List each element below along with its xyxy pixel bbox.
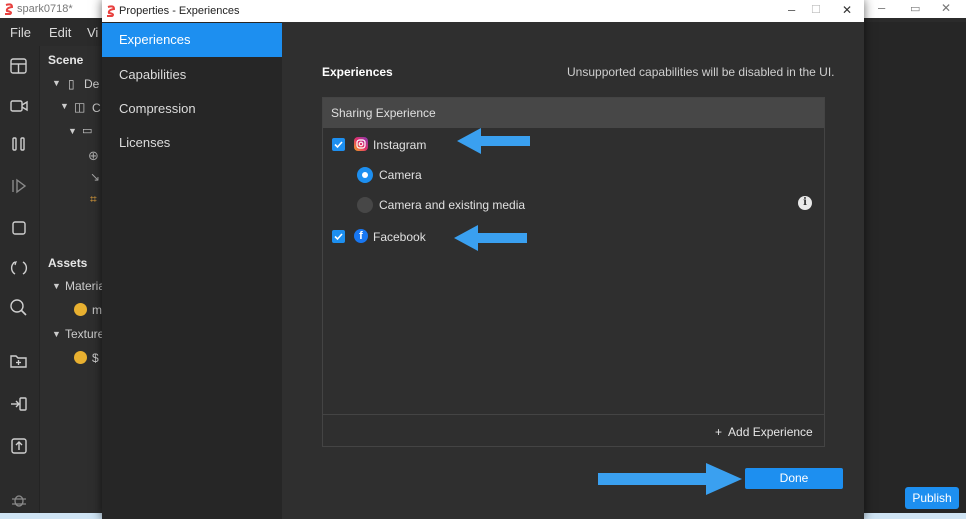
app-close-icon[interactable]: ✕ — [941, 1, 951, 15]
properties-dialog: Properties - Experiences – ☐ ✕ Experienc… — [102, 0, 864, 519]
camera-media-radio[interactable] — [357, 197, 373, 213]
dialog-minimize-icon[interactable]: – — [788, 2, 795, 17]
bug-icon[interactable] — [9, 490, 29, 510]
step-forward-icon[interactable] — [9, 176, 29, 196]
scene-panel: Scene ▼ ▯ De ▼ ◫ C ▼ ▭ ⊕ ↘ ⌗ Assets ▼ Ma… — [40, 46, 105, 519]
plane-icon: ⊕ — [88, 148, 99, 163]
menu-file[interactable]: File — [10, 25, 31, 40]
menu-view[interactable]: Vi — [87, 25, 98, 40]
focal-icon: ▭ — [82, 125, 93, 137]
dialog-maximize-icon: ☐ — [811, 4, 821, 16]
instagram-checkbox[interactable] — [332, 138, 345, 151]
camera-media-label: Camera and existing media — [379, 198, 526, 212]
dialog-sidebar: Experiences Capabilities Compression Lic… — [102, 22, 282, 519]
app-minimize-icon[interactable]: – — [878, 0, 885, 15]
app-title: spark0718* — [17, 3, 73, 15]
sharing-experience-box: Sharing Experience Instagram Camera Came… — [322, 97, 825, 447]
expand-arrow-icon[interactable]: ▼ — [60, 101, 69, 111]
tracker-icon: ⌗ — [90, 192, 97, 206]
annotation-arrow-facebook — [454, 225, 527, 251]
instagram-label: Instagram — [373, 138, 427, 152]
dialog-close-icon[interactable]: ✕ — [842, 3, 852, 17]
upload-icon[interactable] — [9, 436, 29, 456]
facebook-checkbox[interactable] — [332, 230, 345, 243]
sidebar-item-compression[interactable]: Compression — [102, 92, 282, 126]
asset-texture-item[interactable]: $ — [92, 351, 99, 365]
inspector-panel-bg — [863, 22, 966, 519]
app-restore-icon[interactable]: ▭ — [910, 2, 920, 15]
experiences-heading: Experiences — [322, 65, 393, 79]
layout-icon[interactable] — [9, 56, 29, 76]
expand-arrow-icon[interactable]: ▼ — [52, 281, 61, 291]
scene-item-camera[interactable]: C — [92, 101, 101, 115]
annotation-arrow-done — [598, 463, 742, 495]
texture-icon — [74, 351, 87, 364]
dialog-content: Experiences Unsupported capabilities wil… — [282, 22, 864, 519]
facebook-label: Facebook — [373, 230, 426, 244]
asset-textures[interactable]: Texture — [65, 327, 104, 341]
camera-label: Camera — [379, 168, 422, 182]
done-button[interactable]: Done — [745, 468, 843, 489]
spark-logo-icon — [5, 3, 14, 15]
dialog-title: Properties - Experiences — [119, 5, 240, 17]
scene-item-device[interactable]: De — [84, 77, 99, 91]
sidebar-item-licenses[interactable]: Licenses — [102, 126, 282, 160]
assets-heading: Assets — [48, 256, 88, 270]
video-icon[interactable] — [9, 96, 29, 116]
unsupported-note: Unsupported capabilities will be disable… — [567, 65, 835, 79]
sharing-experience-footer: + Add Experience — [323, 414, 824, 446]
spark-logo-icon — [107, 5, 116, 17]
sharing-experience-header: Sharing Experience — [323, 98, 824, 128]
asset-materials[interactable]: Materia — [65, 279, 105, 293]
stop-icon[interactable] — [9, 218, 29, 238]
info-icon[interactable]: i — [798, 196, 812, 210]
asset-material-item[interactable]: m — [92, 303, 102, 317]
dialog-titlebar: Properties - Experiences – ☐ ✕ — [102, 0, 864, 22]
refresh-icon[interactable] — [9, 258, 29, 278]
instagram-icon — [354, 137, 368, 151]
facebook-icon: f — [354, 229, 368, 243]
add-folder-icon[interactable] — [9, 351, 29, 371]
camera-node-icon: ◫ — [74, 100, 86, 114]
annotation-arrow-instagram — [457, 128, 530, 154]
search-icon[interactable] — [9, 298, 29, 318]
device-icon: ▯ — [68, 77, 75, 91]
light-icon: ↘ — [90, 170, 101, 184]
scene-heading: Scene — [48, 53, 84, 67]
sidebar-item-experiences[interactable]: Experiences — [102, 23, 282, 57]
menu-edit[interactable]: Edit — [49, 25, 71, 40]
material-icon — [74, 303, 87, 316]
pause-icon[interactable] — [9, 134, 29, 154]
expand-arrow-icon[interactable]: ▼ — [52, 329, 61, 339]
expand-arrow-icon[interactable]: ▼ — [68, 126, 77, 136]
left-toolbar — [0, 46, 40, 519]
sidebar-item-capabilities[interactable]: Capabilities — [102, 58, 282, 92]
publish-button[interactable]: Publish — [905, 487, 959, 509]
add-experience-button[interactable]: + Add Experience — [715, 425, 813, 439]
camera-radio[interactable] — [357, 167, 373, 183]
expand-arrow-icon[interactable]: ▼ — [52, 78, 61, 88]
import-icon[interactable] — [9, 394, 29, 414]
